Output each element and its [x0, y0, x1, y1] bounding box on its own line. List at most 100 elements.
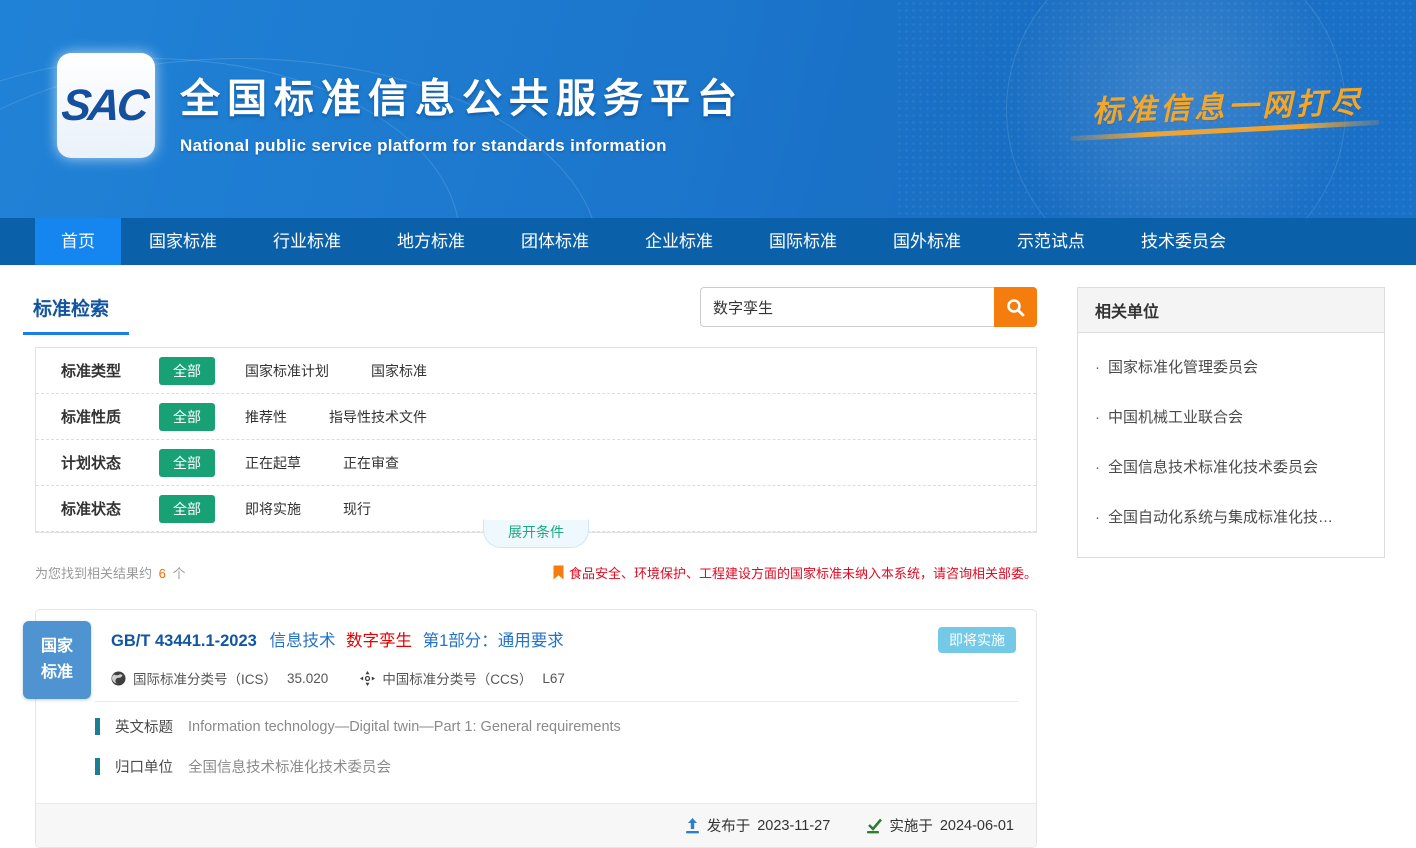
filter-label: 标准类型	[61, 360, 159, 381]
implement-date: 2024-06-01	[940, 818, 1014, 834]
filter-option[interactable]: 现行	[343, 499, 371, 519]
expand-conditions-button[interactable]: 展开条件	[483, 519, 589, 548]
filter-row-plan-status: 计划状态 全部 正在起草 正在审查	[36, 440, 1036, 486]
implement-label: 实施于	[889, 815, 933, 836]
sac-logo[interactable]: SAC	[57, 53, 155, 158]
filter-all-button[interactable]: 全部	[159, 495, 215, 523]
ccs-value: L67	[542, 671, 565, 686]
main-nav: 首页 国家标准 行业标准 地方标准 团体标准 企业标准 国际标准 国外标准 示范…	[0, 218, 1416, 265]
implement-date-item: 实施于 2024-06-01	[866, 815, 1014, 836]
ics-value: 35.020	[287, 671, 328, 686]
filter-row-standard-nature: 标准性质 全部 推荐性 指导性技术文件	[36, 394, 1036, 440]
ics-label: 国际标准分类号（ICS）	[133, 668, 277, 688]
ccs-label: 中国标准分类号（CCS）	[382, 668, 532, 688]
standard-title-part1[interactable]: 信息技术	[269, 632, 335, 650]
card-details: 英文标题 Information technology—Digital twin…	[36, 702, 1036, 803]
standard-title-part2[interactable]: 第1部分：通用要求	[423, 632, 564, 650]
page-content: 标准检索 标准类型 全部 国家标准计划 国家标准	[0, 265, 1416, 848]
card-title-row: GB/T 43441.1-2023 信息技术 数字孪生 第1部分：通用要求 即将…	[111, 627, 1016, 653]
filter-label: 计划状态	[61, 452, 159, 473]
nav-item-group-standards[interactable]: 团体标准	[493, 218, 617, 265]
english-title-row: 英文标题 Information technology—Digital twin…	[95, 716, 1016, 737]
standard-result-card: 国家 标准 GB/T 43441.1-2023 信息技术 数字孪生 第1部分：通…	[35, 609, 1037, 848]
english-title-label: 英文标题	[115, 716, 173, 737]
globe-icon	[111, 671, 126, 686]
summary-suffix: 个	[173, 566, 186, 581]
related-unit-link[interactable]: 全国自动化系统与集成标准化技…	[1095, 491, 1367, 541]
related-unit-link[interactable]: 全国信息技术标准化技术委员会	[1095, 441, 1367, 491]
card-top: GB/T 43441.1-2023 信息技术 数字孪生 第1部分：通用要求 即将…	[36, 610, 1036, 701]
dept-value: 全国信息技术标准化技术委员会	[188, 756, 391, 777]
summary-prefix: 为您找到相关结果约	[35, 566, 152, 581]
nav-item-foreign-standards[interactable]: 国外标准	[865, 218, 989, 265]
nav-item-local-standards[interactable]: 地方标准	[369, 218, 493, 265]
filter-row-standard-type: 标准类型 全部 国家标准计划 国家标准	[36, 348, 1036, 394]
status-badge: 即将实施	[938, 627, 1016, 653]
related-unit-link[interactable]: 中国机械工业联合会	[1095, 391, 1367, 441]
teal-bar	[95, 718, 100, 735]
search-section: 标准检索	[35, 287, 1037, 335]
dept-label: 归口单位	[115, 756, 173, 777]
filter-option[interactable]: 国家标准	[371, 361, 427, 381]
search-box	[700, 287, 1037, 327]
summary-count: 6	[159, 566, 166, 581]
nav-item-international-standards[interactable]: 国际标准	[741, 218, 865, 265]
standard-title-keyword[interactable]: 数字孪生	[346, 632, 412, 650]
related-units-panel: 相关单位 国家标准化管理委员会 中国机械工业联合会 全国信息技术标准化技术委员会…	[1077, 287, 1385, 558]
check-icon	[866, 818, 882, 834]
search-icon	[1006, 298, 1025, 317]
notice-text: 食品安全、环境保护、工程建设方面的国家标准未纳入本系统，请咨询相关部委。	[569, 563, 1037, 582]
site-subtitle: National public service platform for sta…	[180, 136, 744, 156]
nav-item-technical-committee[interactable]: 技术委员会	[1113, 218, 1254, 265]
type-badge-line1: 国家	[41, 634, 73, 660]
dept-row: 归口单位 全国信息技术标准化技术委员会	[95, 756, 1016, 777]
filter-option[interactable]: 正在起草	[245, 453, 301, 473]
ccs-meta: 中国标准分类号（CCS） L67	[360, 668, 565, 688]
ics-meta: 国际标准分类号（ICS） 35.020	[111, 668, 328, 688]
section-title-standard-search: 标准检索	[23, 287, 129, 335]
site-header: SAC 全国标准信息公共服务平台 National public service…	[0, 0, 1416, 218]
publish-label: 发布于	[707, 815, 751, 836]
sidebar-column: 相关单位 国家标准化管理委员会 中国机械工业联合会 全国信息技术标准化技术委员会…	[1077, 287, 1385, 848]
nav-item-enterprise-standards[interactable]: 企业标准	[617, 218, 741, 265]
main-column: 标准检索 标准类型 全部 国家标准计划 国家标准	[35, 287, 1037, 848]
card-footer: 发布于 2023-11-27 实施于 2024-06-01	[36, 803, 1036, 847]
related-units-list: 国家标准化管理委员会 中国机械工业联合会 全国信息技术标准化技术委员会 全国自动…	[1078, 333, 1384, 557]
filter-label: 标准状态	[61, 498, 159, 519]
filter-all-button[interactable]: 全部	[159, 449, 215, 477]
nav-item-industry-standards[interactable]: 行业标准	[245, 218, 369, 265]
teal-bar	[95, 758, 100, 775]
compass-icon	[360, 671, 375, 686]
results-summary-row: 为您找到相关结果约 6 个 食品安全、环境保护、工程建设方面的国家标准未纳入本系…	[35, 563, 1037, 582]
publish-icon	[685, 818, 700, 834]
publish-date: 2023-11-27	[757, 818, 830, 834]
english-title-value: Information technology—Digital twin—Part…	[188, 719, 621, 735]
nav-item-home[interactable]: 首页	[35, 218, 121, 265]
standard-code[interactable]: GB/T 43441.1-2023	[111, 632, 257, 650]
related-unit-link[interactable]: 国家标准化管理委员会	[1095, 341, 1367, 391]
search-input[interactable]	[700, 287, 994, 327]
search-button[interactable]	[994, 287, 1037, 327]
site-title: 全国标准信息公共服务平台	[180, 66, 744, 124]
bookmark-icon	[553, 565, 564, 580]
card-meta-row: 国际标准分类号（ICS） 35.020	[111, 668, 1016, 688]
filter-option[interactable]: 即将实施	[245, 499, 301, 519]
nav-item-national-standards[interactable]: 国家标准	[121, 218, 245, 265]
type-badge-line2: 标准	[41, 660, 73, 686]
filter-option[interactable]: 推荐性	[245, 407, 287, 427]
sac-logo-text: SAC	[59, 81, 152, 131]
standard-title-link[interactable]: GB/T 43441.1-2023 信息技术 数字孪生 第1部分：通用要求	[111, 627, 564, 651]
filter-all-button[interactable]: 全部	[159, 403, 215, 431]
filter-label: 标准性质	[61, 406, 159, 427]
filter-option[interactable]: 正在审查	[343, 453, 399, 473]
notice-message: 食品安全、环境保护、工程建设方面的国家标准未纳入本系统，请咨询相关部委。	[553, 563, 1037, 582]
results-summary: 为您找到相关结果约 6 个	[35, 563, 186, 582]
publish-date-item: 发布于 2023-11-27	[685, 815, 831, 836]
filter-option[interactable]: 指导性技术文件	[329, 407, 427, 427]
standard-type-badge: 国家 标准	[23, 621, 91, 699]
filter-option[interactable]: 国家标准计划	[245, 361, 329, 381]
related-units-title: 相关单位	[1078, 288, 1384, 333]
filter-panel: 标准类型 全部 国家标准计划 国家标准 标准性质 全部 推荐性 指导性技术文件 …	[35, 347, 1037, 533]
filter-all-button[interactable]: 全部	[159, 357, 215, 385]
nav-item-pilot[interactable]: 示范试点	[989, 218, 1113, 265]
